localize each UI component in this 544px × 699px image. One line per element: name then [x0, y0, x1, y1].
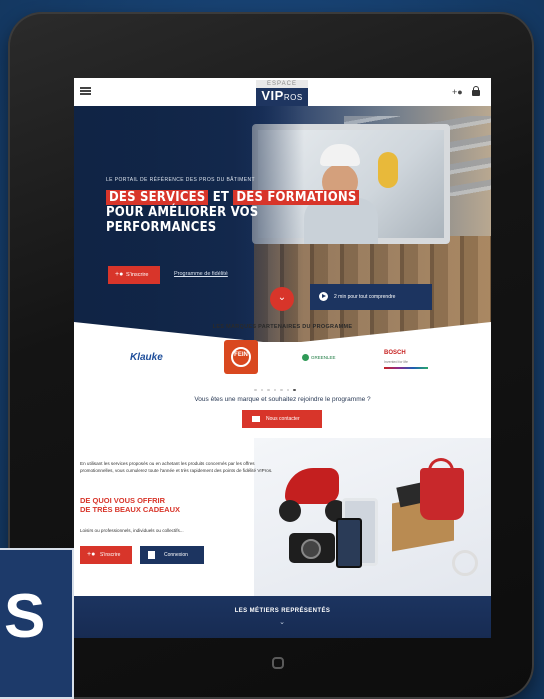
brand-greenlee-logo[interactable]: GREENLEE: [302, 343, 350, 373]
gifts-signup-button[interactable]: +● S'inscrire: [80, 546, 132, 564]
lock-icon[interactable]: [472, 86, 480, 96]
carousel-dot[interactable]: [254, 388, 257, 391]
hero-title-line2: POUR AMÉLIORER VOS: [106, 205, 259, 220]
gifts-description: En utilisant les services proposés ou en…: [80, 461, 273, 473]
contact-label: Nous contacter: [266, 416, 300, 422]
lock-icon: [148, 551, 155, 559]
cable-image: [452, 550, 478, 576]
fein-text: FEIN: [234, 352, 248, 358]
bosch-tagline: Invented for life: [384, 360, 408, 364]
bosch-text: BOSCH: [384, 350, 406, 356]
hero-signup-button[interactable]: +● S'inscrire: [108, 266, 160, 284]
carousel-dot[interactable]: [267, 388, 270, 391]
video-label: 2 min pour tout comprendre: [334, 294, 396, 300]
gifts-subtitle: Loisirs ou professionnels, individuels o…: [80, 528, 184, 533]
contact-button[interactable]: Nous contacter: [242, 410, 322, 428]
logo-main-word: VIP: [261, 88, 284, 103]
hamburger-menu-icon[interactable]: [80, 87, 91, 95]
tablet-home-button[interactable]: [272, 657, 284, 669]
hero-title-line3: PERFORMANCES: [106, 220, 217, 235]
scooter-body: [285, 468, 339, 504]
greenlee-text: GREENLEE: [311, 355, 336, 360]
hero-title-line1: DES SERVICES ET DES FORMATIONS: [106, 190, 360, 205]
hero-highlight-formations: DES FORMATIONS: [233, 190, 360, 205]
badge-letter: S: [4, 582, 46, 651]
camera-lens: [301, 539, 321, 559]
brand-fein-logo[interactable]: FEIN: [224, 340, 258, 374]
brand-klauke-logo[interactable]: Klauke: [130, 343, 178, 373]
hero-highlight-services: DES SERVICES: [106, 190, 209, 205]
mail-icon: [252, 416, 260, 422]
bosch-color-bar: [384, 367, 428, 369]
carousel-dots[interactable]: [254, 378, 314, 391]
gifts-title-line2: DE TRÈS BEAUX CADEAUX: [80, 505, 181, 514]
red-bag-image: [420, 468, 464, 520]
user-plus-icon: +●: [87, 551, 96, 558]
trades-title: LES MÉTIERS REPRÉSENTÉS: [234, 608, 331, 614]
scroll-down-chevron-icon[interactable]: ⌄: [270, 287, 294, 311]
carousel-dot[interactable]: [280, 388, 283, 391]
partners-title: LES MARQUES PARTENAIRES DU PROGRAMME: [212, 324, 353, 330]
login-label: Connexion: [164, 552, 188, 558]
scooter-wheel: [279, 500, 301, 522]
logo-suffix: ROS: [283, 93, 303, 102]
gifts-section: En utilisant les services proposés ou en…: [74, 438, 491, 596]
play-icon: [319, 292, 328, 301]
gifts-signup-label: S'inscrire: [100, 552, 121, 558]
trades-section[interactable]: LES MÉTIERS REPRÉSENTÉS ⌄: [74, 596, 491, 638]
carousel-dot-active[interactable]: [293, 388, 296, 391]
loyalty-program-link[interactable]: Programme de fidélité: [174, 271, 228, 277]
camera-image: [289, 533, 335, 563]
login-button[interactable]: Connexion: [140, 546, 204, 564]
brand-bosch-logo[interactable]: BOSCH Invented for life: [384, 346, 430, 376]
carousel-dot[interactable]: [273, 388, 276, 391]
hero-title-connector: ET: [208, 190, 234, 205]
phone-gift-image: [336, 518, 362, 568]
corner-badge: S: [0, 548, 74, 699]
join-program-question: Vous êtes une marque et souhaitez rejoin…: [194, 396, 371, 403]
carousel-dot[interactable]: [286, 388, 289, 391]
gifts-title: DE QUOI VOUS OFFRIR DE TRÈS BEAUX CADEAU…: [80, 496, 180, 514]
chevron-down-icon[interactable]: ⌄: [276, 618, 288, 626]
pointing-hand: [378, 152, 398, 188]
tablet-screen: ESPACE VIPROS +● LE PORTAIL DE RÉFÉRENCE…: [74, 78, 491, 638]
logo-main-text: VIPROS: [256, 88, 308, 106]
top-bar: ESPACE VIPROS +●: [74, 78, 491, 106]
hard-hat: [320, 144, 360, 166]
user-plus-icon: +●: [115, 271, 124, 278]
carousel-dot[interactable]: [260, 388, 263, 391]
video-explainer-button[interactable]: 2 min pour tout comprendre: [310, 284, 432, 310]
hero-kicker: LE PORTAIL DE RÉFÉRENCE DES PROS DU BÂTI…: [106, 177, 255, 183]
user-add-icon[interactable]: +●: [452, 87, 463, 97]
vipros-logo[interactable]: ESPACE VIPROS: [256, 80, 308, 106]
greenlee-mark-icon: [302, 354, 309, 362]
hero-signup-label: S'inscrire: [126, 272, 149, 278]
gifts-title-line1: DE QUOI VOUS OFFRIR: [80, 496, 166, 505]
logo-top-text: ESPACE: [256, 80, 308, 88]
